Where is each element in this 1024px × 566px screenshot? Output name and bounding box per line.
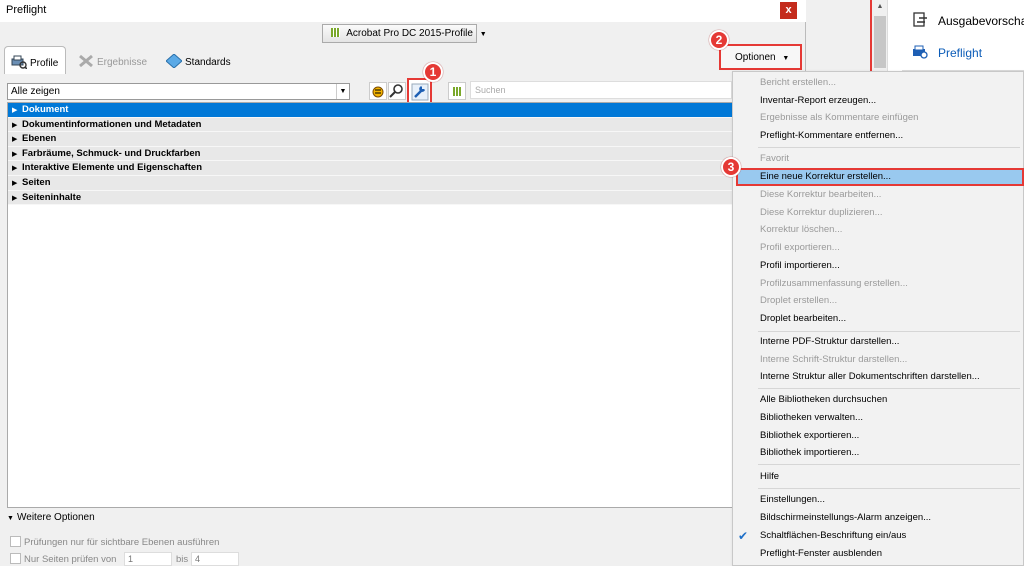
preflight-icon	[912, 44, 928, 60]
window-title: Preflight	[6, 4, 47, 16]
callout-badge-3: 3	[721, 157, 741, 177]
menu-item-profile-summary[interactable]: Profilzusammenfassung erstellen...	[760, 278, 908, 289]
menu-separator	[758, 488, 1020, 489]
tree-row[interactable]: ▶ Ebenen	[8, 132, 732, 147]
menu-item-all-fonts-structure[interactable]: Interne Struktur aller Dokumentschriften…	[760, 371, 980, 382]
menu-item-favorite[interactable]: Favorit	[760, 153, 789, 164]
page-from-input[interactable]: 1	[124, 552, 172, 566]
tools-icon	[78, 54, 94, 68]
menu-item-settings[interactable]: Einstellungen...	[760, 494, 825, 505]
profile-bars-icon	[331, 28, 340, 37]
menu-item-duplicate-fixup[interactable]: Diese Korrektur duplizieren...	[760, 207, 883, 218]
edit-profile-button[interactable]	[369, 82, 387, 100]
tree-row[interactable]: ▶ Seiteninhalte	[8, 190, 732, 206]
expand-arrow-icon: ▶	[12, 179, 18, 187]
menu-separator	[758, 147, 1020, 148]
menu-separator	[758, 331, 1020, 332]
menu-item-new-fixup[interactable]: Eine neue Korrektur erstellen...	[760, 171, 891, 182]
pages-range-option[interactable]: Nur Seiten prüfen von	[10, 553, 116, 565]
tree-row[interactable]: ▶ Dokumentinformationen und Metadaten	[8, 117, 732, 133]
preflight-tool[interactable]: Preflight	[912, 44, 982, 60]
visible-layers-option[interactable]: Prüfungen nur für sichtbare Ebenen ausfü…	[10, 536, 219, 548]
tab-profile-label: Profile	[30, 58, 59, 69]
more-options-toggle[interactable]: ▼ Weitere Optionen	[7, 512, 95, 523]
menu-item-display-alarm[interactable]: Bildschirmeinstellungs-Alarm anzeigen...	[760, 512, 931, 523]
menu-item-hide-window[interactable]: Preflight-Fenster ausblenden	[760, 548, 882, 559]
title-bar: Preflight x	[0, 0, 806, 22]
scroll-thumb[interactable]	[874, 16, 886, 68]
scroll-up-icon[interactable]: ▲	[872, 0, 888, 14]
close-button[interactable]: x	[780, 2, 797, 19]
menu-item-font-structure[interactable]: Interne Schrift-Struktur darstellen...	[760, 354, 907, 365]
pages-range-checkbox[interactable]	[10, 553, 21, 564]
menu-item-manage-libraries[interactable]: Bibliotheken verwalten...	[760, 412, 863, 423]
tree-row[interactable]: ▶ Dokument	[8, 103, 732, 118]
menu-item-create-droplet[interactable]: Droplet erstellen...	[760, 295, 837, 306]
show-filter-value: Alle zeigen	[11, 86, 60, 97]
tab-results-label: Ergebnisse	[97, 57, 148, 68]
options-button-label: Optionen	[735, 52, 776, 63]
page-to-label: bis	[176, 554, 189, 565]
search-icon	[389, 84, 403, 98]
profile-dropdown[interactable]: Acrobat Pro DC 2015-Profile ▼	[322, 24, 487, 43]
options-menu: Bericht erstellen... Inventar-Report erz…	[732, 71, 1024, 566]
tab-results[interactable]: Ergebnisse	[78, 46, 147, 74]
diamond-icon	[165, 53, 183, 69]
menu-item-create-report[interactable]: Bericht erstellen...	[760, 77, 836, 88]
menu-item-inventory-report[interactable]: Inventar-Report erzeugen...	[760, 95, 876, 106]
chevron-down-icon: ▼	[479, 31, 487, 38]
library-button[interactable]	[448, 82, 466, 100]
menu-separator	[758, 464, 1020, 465]
output-preview-icon	[912, 12, 928, 28]
chevron-down-icon: ▼	[782, 55, 790, 62]
tree-row[interactable]: ▶ Interaktive Elemente und Eigenschaften	[8, 161, 732, 176]
inspect-button[interactable]	[388, 82, 406, 100]
toolbar: Alle zeigen ▼ Suchen	[0, 78, 806, 102]
menu-item-help[interactable]: Hilfe	[760, 471, 779, 482]
callout-badge-1: 1	[423, 62, 443, 82]
menu-item-search-libraries[interactable]: Alle Bibliotheken durchsuchen	[760, 394, 887, 405]
menu-item-results-as-comments[interactable]: Ergebnisse als Kommentare einfügen	[760, 112, 918, 123]
menu-item-export-library[interactable]: Bibliothek exportieren...	[760, 430, 859, 441]
page-to-input[interactable]: 4	[191, 552, 239, 566]
menu-item-button-labels[interactable]: Schaltflächen-Beschriftung ein/aus	[760, 530, 906, 541]
chevron-down-icon: ▼	[7, 515, 14, 522]
printer-magnifier-icon	[11, 55, 28, 70]
tree-row[interactable]: ▶ Seiten	[8, 175, 732, 191]
menu-item-export-profile[interactable]: Profil exportieren...	[760, 242, 840, 253]
menu-separator	[758, 388, 1020, 389]
menu-item-import-library[interactable]: Bibliothek importieren...	[760, 447, 859, 458]
chevron-down-icon: ▼	[336, 84, 349, 99]
library-bars-icon	[453, 87, 462, 96]
menu-item-pdf-structure[interactable]: Interne PDF-Struktur darstellen...	[760, 336, 899, 347]
callout-badge-2: 2	[709, 30, 729, 50]
tree-row[interactable]: ▶ Farbräume, Schmuck- und Druckfarben	[8, 146, 732, 162]
expand-arrow-icon: ▶	[12, 107, 18, 114]
profile-dropdown-label: Acrobat Pro DC 2015-Profile	[346, 28, 473, 39]
expand-arrow-icon: ▶	[12, 150, 18, 158]
options-button[interactable]: Optionen ▼	[719, 44, 802, 70]
menu-item-edit-fixup[interactable]: Diese Korrektur bearbeiten...	[760, 189, 881, 200]
bee-icon	[372, 86, 384, 98]
expand-arrow-icon: ▶	[12, 194, 18, 202]
wrench-icon	[411, 83, 429, 101]
preflight-dialog: Preflight x Acrobat Pro DC 2015-Profile …	[0, 0, 806, 566]
profile-tree: ▶ Dokument ▶ Dokumentinformationen und Met…	[7, 102, 733, 508]
screen: Preflight x Acrobat Pro DC 2015-Profile …	[0, 0, 1024, 566]
menu-item-delete-fixup[interactable]: Korrektur löschen...	[760, 224, 842, 235]
menu-item-remove-comments[interactable]: Preflight-Kommentare entfernen...	[760, 130, 903, 141]
search-input[interactable]: Suchen	[470, 81, 732, 99]
expand-arrow-icon: ▶	[12, 121, 18, 129]
tab-standards-label: Standards	[185, 57, 231, 68]
expand-arrow-icon: ▶	[12, 136, 18, 144]
visible-layers-checkbox[interactable]	[10, 536, 21, 547]
menu-item-import-profile[interactable]: Profil importieren...	[760, 260, 840, 271]
menu-item-edit-droplet[interactable]: Droplet bearbeiten...	[760, 313, 846, 324]
expand-arrow-icon: ▶	[12, 165, 18, 173]
tab-profile[interactable]: Profile	[4, 46, 66, 74]
tab-standards[interactable]: Standards	[165, 46, 231, 74]
check-icon: ✔	[738, 529, 749, 543]
show-filter-select[interactable]: Alle zeigen ▼	[7, 83, 350, 100]
output-preview-tool[interactable]: Ausgabevorschau	[912, 12, 1024, 28]
